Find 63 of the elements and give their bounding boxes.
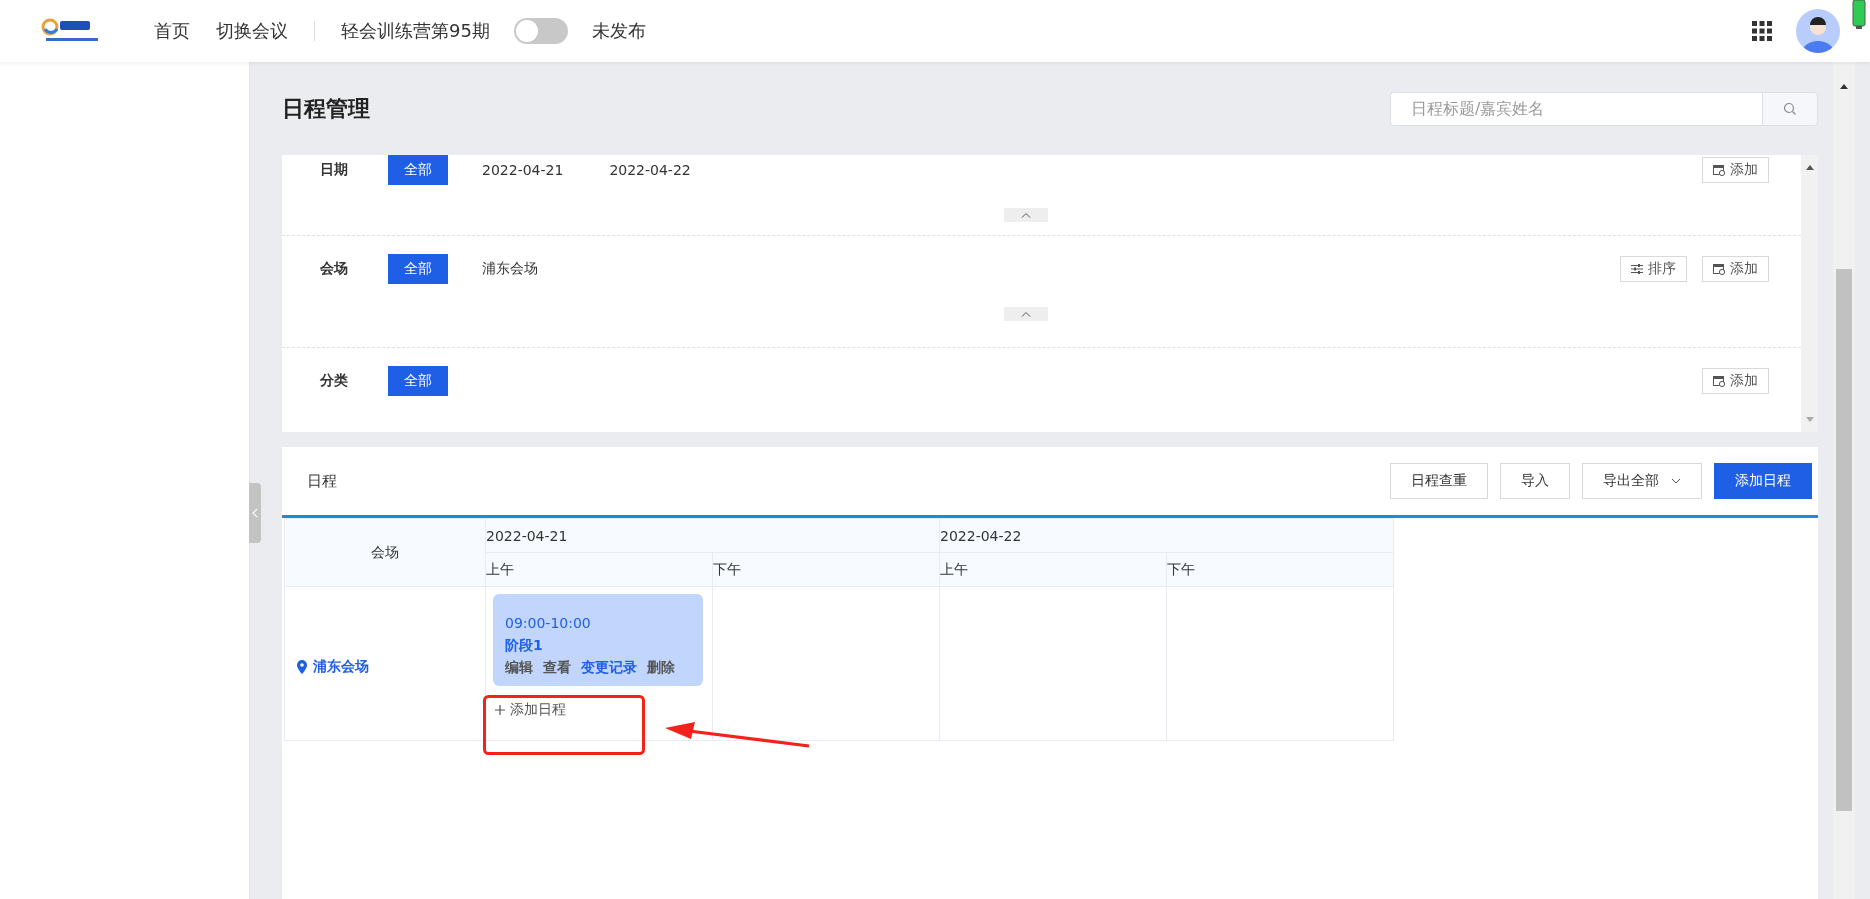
sort-button[interactable]: 排序 <box>1620 256 1687 282</box>
event-action-link[interactable]: 变更记录 <box>581 656 637 678</box>
column-header: 2022-04-21 <box>485 518 940 553</box>
event-card[interactable]: 09:00-10:00 阶段1 编辑 查看 变更记录 删除 <box>493 594 703 686</box>
filter-option[interactable]: 2022-04-21 <box>470 155 576 185</box>
toolbar-button[interactable]: 导入 <box>1500 463 1570 499</box>
location-pin-icon <box>297 659 307 674</box>
column-header: 下午 <box>1166 552 1394 587</box>
apps-grid-icon[interactable] <box>1752 21 1772 41</box>
column-header: 下午 <box>712 552 940 587</box>
publish-toggle[interactable] <box>513 18 568 44</box>
column-header: 上午 <box>939 552 1167 587</box>
nav-link[interactable]: 首页 <box>154 19 190 43</box>
filter-label: 日期 <box>319 161 349 179</box>
sliders-icon <box>1631 263 1643 275</box>
nav-link[interactable]: 切换会议 <box>216 19 288 43</box>
filter-option[interactable]: 全部 <box>388 254 448 284</box>
plus-icon <box>495 705 505 715</box>
filter-label: 会场 <box>319 260 349 278</box>
filter-option[interactable]: 全部 <box>388 366 448 396</box>
add-button[interactable]: 添加 <box>1702 256 1769 282</box>
toolbar-button[interactable]: 添加日程 <box>1714 463 1812 499</box>
event-action-link[interactable]: 查看 <box>543 656 571 678</box>
panel-title: 日程 <box>307 471 337 491</box>
filter-label: 分类 <box>319 372 349 390</box>
collapse-button[interactable] <box>1003 307 1048 321</box>
add-schedule-link[interactable]: 添加日程 <box>493 701 566 719</box>
search-icon <box>1783 101 1797 116</box>
scroll-up-icon[interactable] <box>1840 84 1848 89</box>
column-header: 会场 <box>284 518 486 587</box>
battery-icon <box>1852 0 1866 30</box>
add-button[interactable]: 添加 <box>1702 368 1769 394</box>
publish-status: 未发布 <box>591 19 646 43</box>
page-title: 日程管理 <box>282 94 371 123</box>
scroll-down-icon[interactable] <box>1805 417 1814 422</box>
chevron-up-icon <box>1020 212 1031 218</box>
chevron-up-icon <box>1020 311 1031 317</box>
toolbar-button[interactable]: 日程查重 <box>1390 463 1488 499</box>
avatar-icon[interactable] <box>1796 9 1840 53</box>
event-action-link[interactable]: 删除 <box>647 656 675 678</box>
event-time: 09:00-10:00 <box>505 614 592 633</box>
calendar-icon <box>1713 375 1725 387</box>
toolbar-button[interactable]: 导出全部 <box>1582 463 1702 499</box>
event-action-link[interactable]: 编辑 <box>505 656 533 678</box>
filter-option[interactable]: 浦东会场 <box>470 254 550 284</box>
search-field[interactable]: 日程标题/嘉宾姓名 <box>1390 91 1762 126</box>
venue-name: 浦东会场 <box>297 657 369 676</box>
filter-option[interactable]: 全部 <box>388 155 448 185</box>
meeting-title: 轻会训练营第95期 <box>341 19 490 43</box>
column-header: 2022-04-22 <box>939 518 1394 553</box>
calendar-icon <box>1713 263 1725 275</box>
event-title: 阶段1 <box>505 636 544 655</box>
scroll-up-icon[interactable] <box>1805 165 1814 170</box>
calendar-icon <box>1713 164 1725 176</box>
column-header: 上午 <box>485 552 713 587</box>
add-button[interactable]: 添加 <box>1702 157 1769 183</box>
search-button[interactable] <box>1762 91 1818 126</box>
scrollbar[interactable] <box>1833 62 1855 899</box>
collapse-handle[interactable] <box>249 483 261 543</box>
collapse-button[interactable] <box>1003 208 1048 222</box>
chevron-down-icon <box>1671 478 1681 484</box>
scrollbar[interactable] <box>1801 155 1818 432</box>
filter-option[interactable]: 2022-04-22 <box>597 155 703 185</box>
